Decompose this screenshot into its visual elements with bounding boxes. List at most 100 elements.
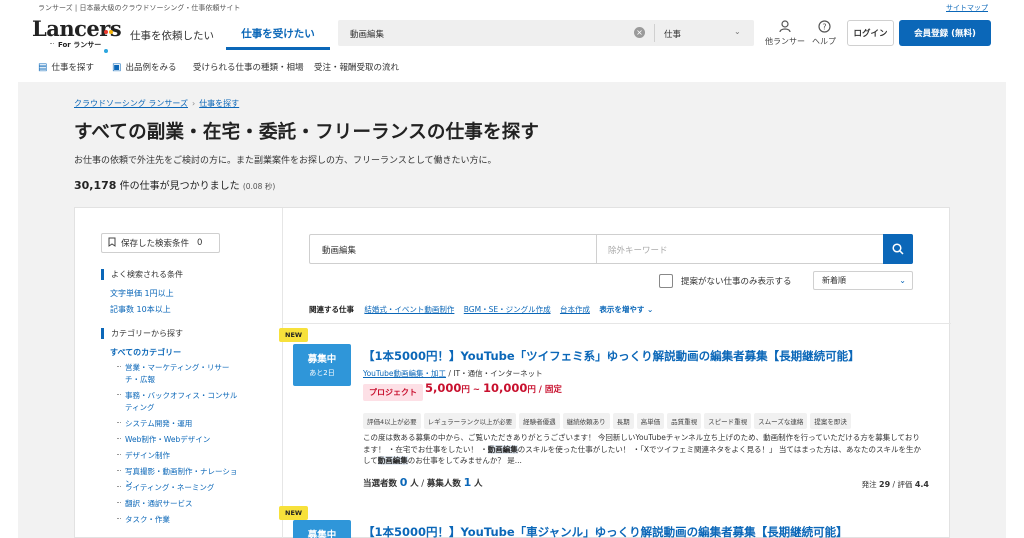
remaining-days: あと2日 [309,369,335,377]
job-category-rest: / IT・通信・インターネット [446,369,543,378]
category-link[interactable]: 営業・マーケティング・リサーチ・広報 [117,362,241,386]
job-tag: スムーズな連絡 [754,413,808,429]
breadcrumb-home[interactable]: クラウドソーシング ランサーズ [74,99,188,108]
orders-label: 発注 [861,480,877,489]
person-icon [762,20,808,36]
document-icon: ▤ [38,61,48,73]
job-description-text: のお仕事をしてみませんか？ 是... [407,456,522,465]
job-tag: 継続依頼あり [562,413,610,429]
tab-request-work[interactable]: 仕事を依頼したい [122,20,222,50]
sidebar: 保存した検索条件 0 よく検索される条件 文字単価 1円以上 記事数 10本以上… [75,208,283,538]
result-count-text: 件の仕事が見つかりました [116,181,243,192]
frequent-condition-link[interactable]: 記事数 10本以上 [110,304,171,315]
category-link[interactable]: ライティング・ネーミング [117,482,241,494]
lancers-logo[interactable]: Lancers For ランサー [32,16,122,53]
header-search-input[interactable]: 動画編集 [350,28,384,40]
category-link[interactable]: Web制作・Webデザイン [117,434,241,446]
help-label: ヘルプ [812,37,836,46]
page-description: お仕事の依頼で外注先をご検討の方に。また副業案件をお探しの方、フリーランスとして… [74,156,497,166]
job-tag: 評価4以上が必要 [363,413,421,429]
saved-search-label: 保存した検索条件 [121,239,190,249]
tab-receive-work[interactable]: 仕事を受けたい [226,20,330,50]
search-button[interactable] [883,234,913,264]
applicants-sep: / [418,479,427,489]
status-label: 募集中 [307,530,337,538]
other-lancers-button[interactable]: 他ランサー [762,20,808,47]
job-title-link[interactable]: 【1本5000円！】YouTube「車ジャンル」ゆっくり解説動画の編集者募集【長… [363,524,848,538]
register-button[interactable]: 会員登録 (無料) [899,20,991,46]
chevron-down-icon: ⌄ [646,305,654,314]
keyword-search-bar: 動画編集 除外キーワード [309,234,913,264]
job-tag: レギュラーランク以上が必要 [423,413,517,429]
sitemap-link[interactable]: サイトマップ [946,3,988,13]
job-category: YouTube動画編集・加工 / IT・通信・インターネット [363,368,543,379]
help-icon: ? [808,20,840,36]
status-label: 募集中 [307,354,337,365]
all-categories-link[interactable]: すべてのカテゴリー [110,347,181,358]
subnav-job-types[interactable]: 受けられる仕事の種類・相場 [193,61,304,73]
no-proposal-checkbox[interactable] [659,274,673,288]
job-price: 5,000円 ~ 10,000円 / 固定 [425,381,562,395]
page-title: すべての副業・在宅・委託・フリーランスの仕事を探す [74,122,540,143]
category-link[interactable]: 事務・バックオフィス・コンサルティング [117,390,241,414]
job-title-link[interactable]: 【1本5000円！】YouTube「ツイフェミ系」ゆっくり解説動画の編集者募集【… [363,348,860,364]
breadcrumb-current[interactable]: 仕事を探す [199,99,239,108]
price-sep: ~ [469,385,483,395]
category-link[interactable]: システム開発・運用 [117,418,241,430]
job-card: NEW 募集中 あと2日 【1本5000円！】YouTube「ツイフェミ系」ゆっ… [279,324,951,500]
subnav-samples-label: 出品例をみる [125,63,177,73]
related-jobs: 関連する仕事 結婚式・イベント動画制作 BGM・SE・ジングル作成 台本作成 表… [309,304,653,315]
category-link[interactable]: タスク・作業 [117,514,241,526]
clear-icon[interactable]: × [634,27,645,38]
new-badge: NEW [279,506,309,520]
related-link[interactable]: BGM・SE・ジングル作成 [464,305,551,314]
search-panel: 保存した検索条件 0 よく検索される条件 文字単価 1円以上 記事数 10本以上… [74,207,951,538]
keyword-highlight: 動画編集 [377,456,408,465]
subnav-find-work[interactable]: ▤ 仕事を探す [38,61,94,74]
recruit-count: 1 [463,476,472,489]
client-rating: 発注 29 / 評価 4.4 [862,479,929,490]
job-tag: 高単価 [636,413,665,429]
price-unit: 円 [461,385,470,395]
job-category-link[interactable]: YouTube動画編集・加工 [363,369,446,378]
category-link[interactable]: デザイン制作 [117,450,241,462]
frequent-condition-link[interactable]: 文字単価 1円以上 [110,288,174,299]
subnav-samples[interactable]: ▣ 出品例をみる [112,61,177,74]
search-category-select[interactable]: 仕事 [664,28,681,40]
no-proposal-label: 提案がない仕事のみ表示する [681,277,792,287]
price-suffix: 円 / 固定 [527,385,562,395]
frequent-conditions-heading: よく検索される条件 [101,269,183,280]
saved-search-button[interactable]: 保存した検索条件 0 [101,233,220,253]
status-badge: 募集中 [293,520,351,538]
recruit-label: 募集人数 [426,479,461,489]
logo-dots [104,19,114,57]
main-results: 動画編集 除外キーワード 提案がない仕事のみ表示する 新着順 ⌄ 関連する仕事 … [279,208,951,538]
job-tags: 評価4以上が必要 レギュラーランク以上が必要 経験者優遇 継続依頼あり 長期 高単価 品質重… [363,409,923,429]
result-count-number: 30,178 [74,179,117,192]
keyword-input[interactable]: 動画編集 [322,244,356,256]
subnav-flow[interactable]: 受注・報酬受取の流れ [314,61,399,73]
saved-search-count: 0 [197,238,203,248]
chevron-down-icon: ⌄ [734,27,741,36]
help-button[interactable]: ? ヘルプ [808,20,840,47]
exclude-keyword-input[interactable]: 除外キーワード [608,244,668,256]
breadcrumb-separator: › [191,99,196,108]
job-card: NEW 募集中 【1本5000円！】YouTube「車ジャンル」ゆっくり解説動画… [279,502,951,538]
related-link[interactable]: 台本作成 [560,305,590,314]
breadcrumb: クラウドソーシング ランサーズ › 仕事を探す [74,98,239,109]
job-tag: 長期 [612,413,634,429]
sort-select[interactable]: 新着順 ⌄ [813,271,913,290]
winners-unit: 人 [410,479,419,489]
header-search: 動画編集 × 仕事 ⌄ [338,20,754,46]
category-link[interactable]: 翻訳・通訳サービス [117,498,241,510]
category-heading: カテゴリーから探す [101,328,183,339]
job-applicants: 当選者数 0 人 / 募集人数 1 人 [363,476,482,489]
login-button[interactable]: ログイン [847,20,894,46]
sort-value: 新着順 [822,276,846,285]
price-low: 5,000 [425,381,462,395]
related-link[interactable]: 結婚式・イベント動画制作 [364,305,454,314]
chevron-down-icon: ⌄ [899,276,906,285]
show-more-related[interactable]: 表示を増やす ⌄ [599,305,653,314]
site-tagline: ランサーズ | 日本最大級のクラウドソーシング・仕事依頼サイト [38,4,241,12]
search-icon [892,242,904,255]
